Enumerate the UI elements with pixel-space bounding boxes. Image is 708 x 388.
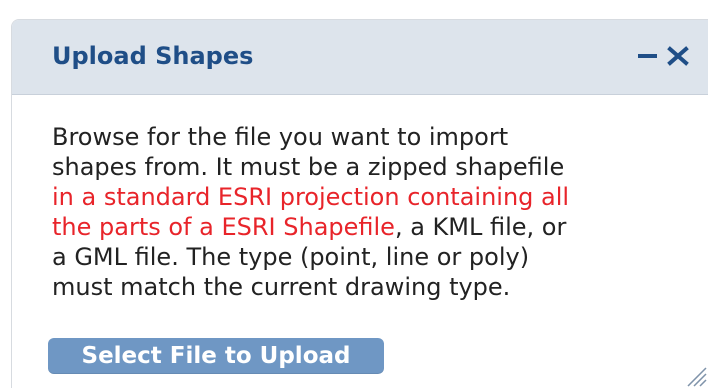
dialog-title: Upload Shapes	[52, 42, 254, 70]
select-file-upload-button[interactable]: Select File to Upload	[48, 338, 384, 374]
description-line: shapes from. It must be a zipped shapefi…	[52, 153, 565, 181]
upload-shapes-dialog: Upload Shapes Browse for the file you wa…	[11, 19, 708, 388]
close-button[interactable]	[666, 44, 690, 68]
resize-grip-icon[interactable]	[680, 360, 708, 388]
dialog-titlebar: Upload Shapes	[12, 20, 708, 95]
description-line: Browse for the file you want to import	[52, 123, 509, 151]
description-warning-line: in a standard ESRI projection containing…	[52, 183, 570, 211]
description-warning-text: the parts of a ESRI Shapefile	[52, 213, 395, 241]
description-line: a GML file. The type (point, line or pol…	[52, 243, 530, 271]
minimize-icon	[638, 54, 657, 58]
minimize-button[interactable]	[636, 44, 660, 68]
dialog-description: Browse for the file you want to import s…	[52, 122, 702, 302]
description-line: must match the current drawing type.	[52, 273, 511, 301]
close-icon	[667, 46, 689, 66]
description-line-mixed: the parts of a ESRI Shapefile, a KML fil…	[52, 212, 702, 242]
description-text: , a KML file, or	[394, 213, 567, 241]
